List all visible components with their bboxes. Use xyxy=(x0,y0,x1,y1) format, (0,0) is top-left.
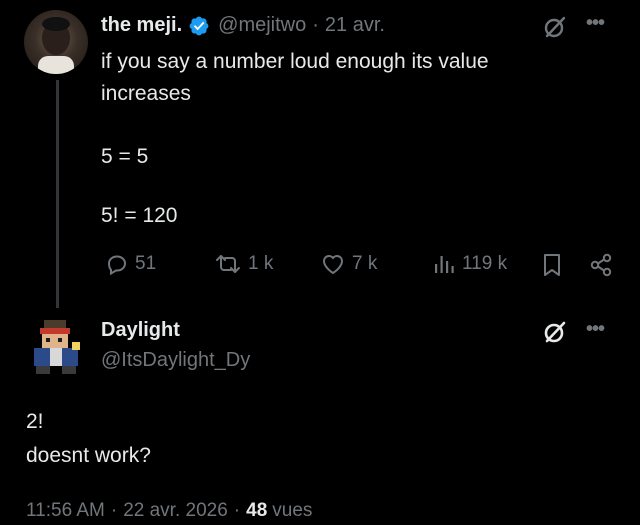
reply-display-name[interactable]: Daylight xyxy=(101,319,180,342)
reply-text-line: doesnt work? xyxy=(26,444,151,467)
more-options-icon[interactable]: ••• xyxy=(586,318,605,341)
views-button[interactable]: 119 k xyxy=(432,252,507,276)
like-count: 7 k xyxy=(352,253,378,274)
avatar-daylight[interactable] xyxy=(24,314,88,378)
repost-count: 1 k xyxy=(248,253,274,274)
reply-button[interactable]: 51 xyxy=(105,252,156,276)
verified-badge-icon xyxy=(188,15,210,37)
more-options-icon[interactable]: ••• xyxy=(586,12,605,35)
like-button[interactable]: 7 k xyxy=(320,252,377,276)
share-icon xyxy=(590,253,612,277)
views-count: 119 k xyxy=(462,253,508,274)
author-handle[interactable]: @mejitwo xyxy=(218,14,306,37)
like-icon xyxy=(322,255,344,275)
separator-dot: · xyxy=(312,14,319,36)
bookmark-icon xyxy=(544,254,560,276)
avatar-the-meji[interactable] xyxy=(24,10,88,74)
separator-dot: · xyxy=(233,500,241,521)
thread-line xyxy=(56,80,59,308)
tweet-text-line: increases xyxy=(101,82,191,105)
tweet-date[interactable]: 21 avr. xyxy=(325,14,385,37)
repost-button[interactable]: 1 k xyxy=(214,252,273,276)
bookmark-button[interactable] xyxy=(541,252,563,278)
repost-icon xyxy=(216,255,240,273)
reply-icon xyxy=(107,255,127,276)
reply-views-label: vues xyxy=(272,500,313,521)
tweet-equation: 5 = 5 xyxy=(101,145,149,168)
tweet-equation: 5! = 120 xyxy=(101,204,178,227)
reply-handle[interactable]: @ItsDaylight_Dy xyxy=(101,349,250,372)
author-display-name[interactable]: the meji. xyxy=(101,14,182,37)
tweet-text-line: if you say a number loud enough its valu… xyxy=(101,50,489,73)
grok-icon[interactable] xyxy=(542,319,568,350)
grok-icon[interactable] xyxy=(542,14,568,45)
reply-date[interactable]: 22 avr. 2026 xyxy=(123,500,228,522)
views-icon xyxy=(435,256,454,273)
reply-time[interactable]: 11:56 AM xyxy=(26,500,105,522)
share-button[interactable] xyxy=(588,252,614,278)
reply-text-line: 2! xyxy=(26,410,44,433)
separator-dot: · xyxy=(110,500,118,521)
reply-count: 51 xyxy=(135,253,157,274)
reply-views-count: 48 xyxy=(246,500,268,521)
